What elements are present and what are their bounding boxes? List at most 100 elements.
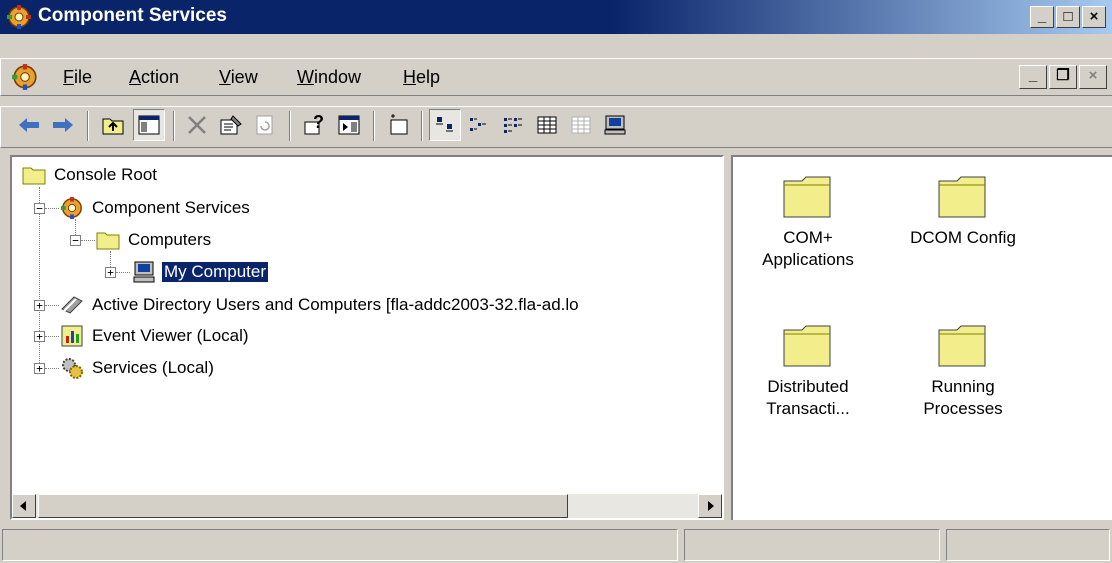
scroll-right-button[interactable] bbox=[698, 494, 722, 518]
scroll-left-button[interactable] bbox=[12, 494, 36, 518]
list-item-label: Transacti... bbox=[766, 399, 850, 418]
menu-action[interactable]: Action bbox=[129, 67, 179, 88]
list-item-label: Applications bbox=[762, 250, 854, 269]
list-item-running-processes[interactable]: Running Processes bbox=[888, 322, 1038, 420]
large-icons-button[interactable] bbox=[429, 109, 461, 141]
menu-help[interactable]: Help bbox=[403, 67, 440, 88]
list-item-label: Running bbox=[931, 377, 995, 396]
toolbar-separator bbox=[373, 111, 375, 141]
computer-icon bbox=[133, 261, 155, 283]
list-item-label: Processes bbox=[923, 399, 1003, 418]
list-view-button[interactable] bbox=[497, 109, 529, 141]
event-viewer-icon bbox=[61, 325, 83, 347]
title-bar[interactable]: Component Services _ □ × bbox=[0, 0, 1112, 34]
console-tree-icon bbox=[138, 115, 160, 135]
back-button[interactable] bbox=[13, 109, 45, 141]
list-item-label: COM+ bbox=[783, 228, 833, 247]
menu-file[interactable]: File bbox=[63, 67, 92, 88]
maximize-button[interactable]: □ bbox=[1056, 6, 1080, 28]
folder-icon bbox=[96, 232, 120, 250]
new-window-icon bbox=[390, 114, 408, 135]
computer-button[interactable] bbox=[599, 109, 631, 141]
mdi-close-button[interactable]: × bbox=[1079, 65, 1107, 89]
collapse-toggle[interactable]: − bbox=[34, 203, 45, 214]
menu-window[interactable]: Window bbox=[297, 67, 361, 88]
forward-button[interactable] bbox=[47, 109, 79, 141]
close-button[interactable]: × bbox=[1082, 6, 1106, 28]
menu-view[interactable]: View bbox=[219, 67, 258, 88]
tree-connector bbox=[45, 336, 59, 337]
small-icons-button[interactable] bbox=[463, 109, 495, 141]
tree-connector bbox=[116, 272, 130, 273]
configure-button[interactable] bbox=[565, 109, 597, 141]
expand-toggle[interactable]: + bbox=[34, 363, 45, 374]
folder-icon bbox=[938, 176, 986, 218]
tree-node-event-viewer[interactable]: Event Viewer (Local) bbox=[60, 324, 251, 348]
new-window-button[interactable] bbox=[383, 109, 415, 141]
expand-toggle[interactable]: + bbox=[105, 267, 116, 278]
tree-connector bbox=[45, 305, 59, 306]
minimize-button[interactable]: _ bbox=[1030, 6, 1054, 28]
detail-view-button[interactable] bbox=[531, 109, 563, 141]
folder-icon bbox=[938, 325, 986, 367]
tree-connector bbox=[45, 368, 59, 369]
console-tree-pane[interactable]: − − + + + + Console Root Component Servi… bbox=[10, 155, 724, 520]
list-item-distributed-transactions[interactable]: Distributed Transacti... bbox=[733, 322, 883, 420]
folder-icon bbox=[783, 176, 831, 218]
toolbar-separator bbox=[173, 111, 175, 141]
address-book-icon bbox=[61, 296, 83, 314]
menu-bar: File Action View Window Help _ ❐ × bbox=[0, 58, 1112, 96]
scroll-thumb[interactable] bbox=[38, 494, 568, 518]
large-icons-view-icon bbox=[436, 117, 453, 132]
delete-x-icon bbox=[188, 116, 206, 134]
expand-toggle[interactable]: + bbox=[34, 300, 45, 311]
show-hide-console-tree-button[interactable] bbox=[133, 109, 165, 141]
status-panel bbox=[2, 529, 678, 561]
show-hide-action-pane-button[interactable] bbox=[333, 109, 365, 141]
svg-text:?: ? bbox=[313, 114, 324, 132]
tree-node-label: Services (Local) bbox=[92, 358, 214, 377]
tree-node-label: Event Viewer (Local) bbox=[92, 326, 249, 345]
collapse-toggle[interactable]: − bbox=[70, 235, 81, 246]
folder-icon bbox=[783, 325, 831, 367]
list-item-complus-applications[interactable]: COM+ Applications bbox=[733, 173, 883, 271]
help-icon: ? bbox=[304, 114, 324, 135]
tree-node-label: Active Directory Users and Computers [fl… bbox=[92, 295, 579, 314]
component-services-icon bbox=[7, 5, 31, 29]
help-button[interactable]: ? bbox=[299, 109, 331, 141]
tree-node-computers[interactable]: Computers bbox=[96, 228, 213, 252]
status-panel bbox=[946, 529, 1110, 561]
scroll-left-icon bbox=[20, 501, 26, 511]
tree-node-console-root[interactable]: Console Root bbox=[22, 163, 159, 187]
tree-node-my-computer[interactable]: My Computer bbox=[132, 260, 270, 284]
tree-node-services[interactable]: Services (Local) bbox=[60, 356, 216, 380]
folder-icon bbox=[22, 167, 46, 185]
mdi-minimize-button[interactable]: _ bbox=[1019, 65, 1047, 89]
tree-node-component-services[interactable]: Component Services bbox=[60, 196, 252, 220]
properties-grid-icon bbox=[571, 116, 591, 134]
toolbar-separator bbox=[421, 111, 423, 141]
horizontal-scrollbar[interactable] bbox=[12, 494, 722, 518]
results-pane[interactable]: COM+ Applications DCOM Config Distribute… bbox=[731, 155, 1112, 520]
tree-connector bbox=[45, 208, 59, 209]
list-item-dcom-config[interactable]: DCOM Config bbox=[888, 173, 1038, 249]
computer-icon bbox=[604, 115, 626, 135]
small-icons-view-icon bbox=[470, 118, 486, 131]
action-pane-icon bbox=[338, 115, 360, 135]
component-services-icon[interactable] bbox=[11, 63, 39, 91]
status-bar bbox=[0, 527, 1112, 563]
tree-connector bbox=[81, 240, 95, 241]
toolbar-separator bbox=[289, 111, 291, 141]
tree-node-label: My Computer bbox=[160, 261, 270, 283]
delete-button[interactable] bbox=[181, 109, 213, 141]
up-one-level-button[interactable] bbox=[97, 109, 129, 141]
mdi-restore-button[interactable]: ❐ bbox=[1049, 65, 1077, 89]
forward-arrow-icon bbox=[53, 118, 73, 132]
toolbar-separator bbox=[87, 111, 89, 141]
list-item-label: Distributed bbox=[767, 377, 849, 396]
tree-node-active-directory[interactable]: Active Directory Users and Computers [fl… bbox=[60, 293, 581, 317]
properties-button[interactable] bbox=[215, 109, 247, 141]
window-title: Component Services bbox=[38, 5, 227, 26]
expand-toggle[interactable]: + bbox=[34, 331, 45, 342]
refresh-button[interactable] bbox=[249, 109, 281, 141]
